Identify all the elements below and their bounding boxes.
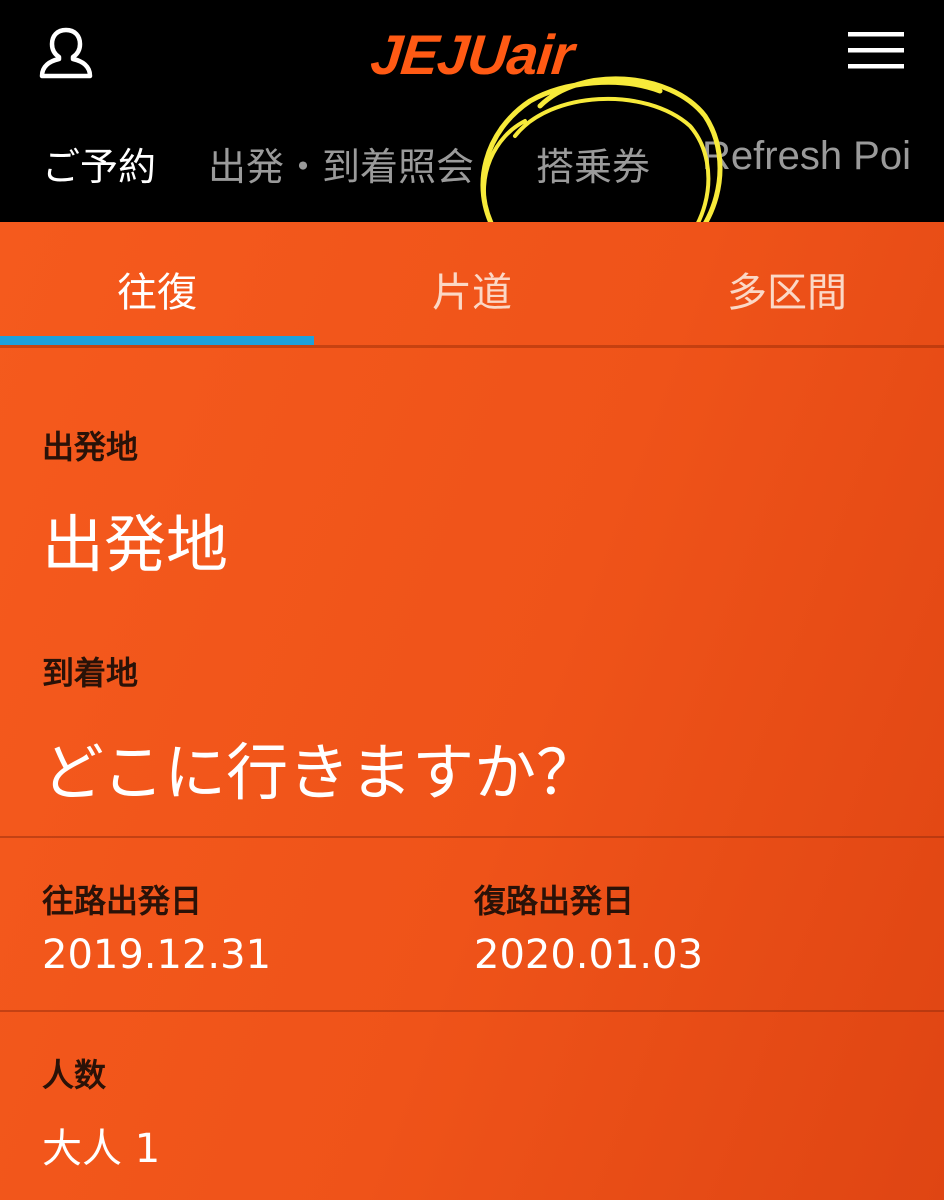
passengers-label: 人数 [42, 1056, 107, 1094]
trip-type-tabs: 往復 片道 多区間 [0, 222, 944, 348]
app-header: JEJUair ご予約 出発・到着照会 搭乗券 Refresh Poi [0, 0, 944, 222]
origin-label: 出発地 [42, 428, 139, 466]
section-divider [0, 836, 944, 838]
booking-panel: 往復 片道 多区間 出発地 出発地 到着地 どこに行きますか？ 往路出発日 20… [0, 222, 944, 1200]
jejuair-logo: JEJUair [367, 23, 577, 86]
outbound-date-label: 往路出発日 [42, 882, 203, 920]
passengers-field[interactable]: 大人 1 [42, 1116, 160, 1174]
nav-boarding-pass[interactable]: 搭乗券 [536, 136, 650, 191]
active-tab-indicator [0, 336, 314, 345]
nav-flight-status[interactable]: 出発・到着照会 [208, 136, 474, 191]
return-date-field[interactable]: 2020.01.03 [474, 932, 703, 978]
tab-multi-city[interactable]: 多区間 [630, 260, 944, 318]
tabs-divider [0, 345, 944, 348]
hamburger-menu-icon[interactable] [846, 30, 906, 70]
outbound-date-field[interactable]: 2019.12.31 [42, 932, 271, 978]
top-nav: ご予約 出発・到着照会 搭乗券 Refresh Poi [0, 136, 944, 196]
nav-refresh-point[interactable]: Refresh Poi [702, 136, 911, 179]
tab-round-trip[interactable]: 往復 [0, 260, 314, 318]
nav-reservation[interactable]: ご予約 [42, 136, 156, 191]
return-date-label: 復路出発日 [474, 882, 635, 920]
destination-field[interactable]: どこに行きますか？ [42, 722, 598, 812]
origin-field[interactable]: 出発地 [42, 494, 228, 584]
destination-label: 到着地 [42, 654, 139, 692]
section-divider [0, 1010, 944, 1012]
tab-one-way[interactable]: 片道 [315, 260, 629, 318]
